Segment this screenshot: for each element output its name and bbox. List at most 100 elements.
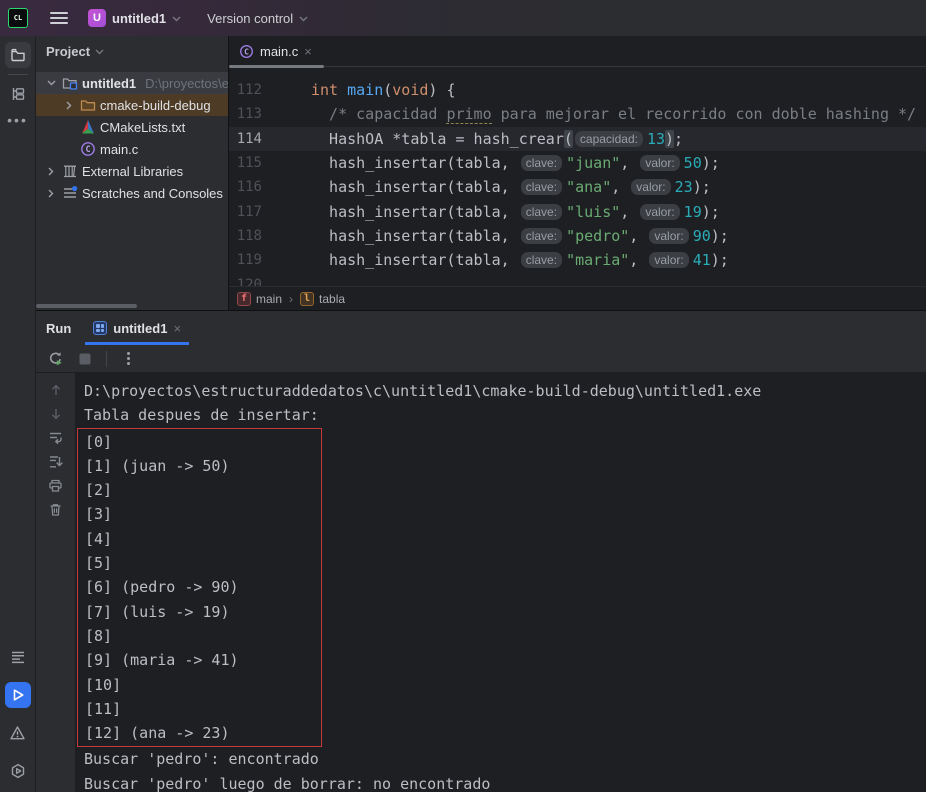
trash-icon[interactable] [47, 501, 64, 518]
up-arrow-icon[interactable] [47, 381, 64, 398]
editor-tab-main-c[interactable]: C main.c × [229, 36, 322, 66]
line-number[interactable]: 119 [229, 252, 262, 268]
down-arrow-icon[interactable] [47, 405, 64, 422]
project-name: untitled1 [112, 11, 166, 26]
breadcrumb-label: main [256, 292, 282, 306]
code-line-115[interactable]: 115 hash_insertar(tabla, clave:"juan", v… [229, 151, 926, 175]
inlay-hint[interactable]: valor: [640, 204, 679, 220]
more-tool-windows-button ellipsis-icon[interactable]: ••• [5, 107, 31, 133]
chevron-right-icon[interactable] [44, 167, 58, 176]
console-line: Buscar 'pedro' luego de borrar: no encon… [75, 772, 926, 792]
project-panel-title: Project [46, 44, 90, 59]
divider [106, 351, 107, 367]
run-tool-button play-icon[interactable] [5, 682, 31, 708]
inlay-hint[interactable]: clave: [521, 252, 562, 268]
tree-item-cmakelists-txt[interactable]: CMakeLists.txt [36, 116, 228, 138]
soft-wrap-icon[interactable] [47, 429, 64, 446]
line-number[interactable]: 113 [229, 106, 262, 122]
inlay-hint[interactable]: capacidad: [575, 131, 643, 147]
inlay-hint[interactable]: clave: [521, 155, 562, 171]
inlay-hint[interactable]: valor: [631, 179, 670, 195]
code-line-112[interactable]: 112int main(void) { [229, 78, 926, 102]
breadcrumb: f main › l tabla [229, 286, 926, 310]
line-number[interactable]: 116 [229, 179, 262, 195]
app-window-icon [93, 321, 107, 335]
more-options-button kebab-icon[interactable] [119, 350, 137, 368]
console-line: [7] (luis -> 19) [85, 600, 321, 624]
console-line: [11] [85, 697, 321, 721]
activity-bar: ••• [0, 36, 36, 792]
console-line: [2] [85, 478, 321, 502]
tree-item-untitled1[interactable]: untitled1D:\proyectos\es [36, 72, 228, 94]
vcs-widget[interactable]: Version control [201, 7, 314, 30]
scroll-to-end-icon[interactable] [47, 453, 64, 470]
scratches-icon [62, 185, 78, 201]
main-menu-hamburger-icon[interactable] [50, 12, 68, 24]
line-number[interactable]: 112 [229, 82, 262, 98]
inlay-hint[interactable]: valor: [649, 252, 688, 268]
code-line-120[interactable]: 120 [229, 272, 926, 286]
printer-icon[interactable] [47, 477, 64, 494]
chevron-down-icon[interactable] [44, 80, 58, 86]
code-text: hash_insertar(tabla, clave:"pedro", valo… [311, 227, 729, 245]
close-icon[interactable]: × [304, 44, 312, 59]
horizontal-scrollbar-thumb[interactable] [36, 304, 137, 308]
project-tool-button folder-icon[interactable] [5, 42, 31, 68]
code-line-113[interactable]: 113 /* capacidad primo para mejorar el r… [229, 102, 926, 126]
inlay-hint[interactable]: valor: [649, 228, 688, 244]
code-line-114[interactable]: 114 HashOA *tabla = hash_crear(capacidad… [229, 127, 926, 151]
clion-window: CL U untitled1 Version control ••• [0, 0, 926, 792]
code-line-119[interactable]: 119 hash_insertar(tabla, clave:"maria", … [229, 248, 926, 272]
rerun-button rerun-icon[interactable] [46, 350, 64, 368]
text-lines-tool-button lines-icon[interactable] [5, 644, 31, 670]
breadcrumb-main[interactable]: f main [237, 292, 282, 306]
console-line: [12] (ana -> 23) [85, 721, 321, 745]
console-line: [3] [85, 502, 321, 526]
chevron-down-icon [172, 16, 181, 22]
console-line: [9] (maria -> 41) [85, 648, 321, 672]
console-line: [10] [85, 673, 321, 697]
line-number[interactable]: 120 [229, 277, 262, 286]
c-file-icon: C [239, 44, 254, 59]
console-area: D:\proyectos\estructuraddedatos\c\untitl… [36, 373, 926, 792]
line-number[interactable]: 117 [229, 204, 262, 220]
vcs-label: Version control [207, 11, 293, 26]
project-widget[interactable]: U untitled1 [82, 5, 187, 31]
services-tool-button hexagon-play-icon[interactable] [5, 758, 31, 784]
line-number[interactable]: 114 [229, 131, 262, 147]
tree-item-external-libraries[interactable]: External Libraries [36, 160, 228, 182]
line-number[interactable]: 118 [229, 228, 262, 244]
breadcrumb-tabla[interactable]: l tabla [300, 292, 345, 306]
console-output: D:\proyectos\estructuraddedatos\c\untitl… [75, 373, 926, 792]
tree-item-label: External Libraries [82, 164, 183, 179]
code-area[interactable]: 112int main(void) {113 /* capacidad prim… [229, 68, 926, 286]
close-icon[interactable]: × [173, 321, 181, 336]
code-line-116[interactable]: 116 hash_insertar(tabla, clave:"ana", va… [229, 175, 926, 199]
inlay-hint[interactable]: clave: [521, 228, 562, 244]
problems-tool-button warning-triangle-icon[interactable] [5, 720, 31, 746]
project-panel-header[interactable]: Project [36, 36, 228, 66]
inlay-hint[interactable]: clave: [521, 179, 562, 195]
cmake-icon [80, 119, 96, 135]
chevron-right-icon[interactable] [44, 189, 58, 198]
code-line-117[interactable]: 117 hash_insertar(tabla, clave:"luis", v… [229, 199, 926, 223]
run-tab-untitled1[interactable]: untitled1 × [85, 311, 189, 345]
inlay-hint[interactable]: clave: [521, 204, 562, 220]
inlay-hint[interactable]: valor: [640, 155, 679, 171]
code-line-118[interactable]: 118 hash_insertar(tabla, clave:"pedro", … [229, 224, 926, 248]
code-text: hash_insertar(tabla, clave:"maria", valo… [311, 251, 729, 269]
tree-item-label: Scratches and Consoles [82, 186, 223, 201]
titlebar: CL U untitled1 Version control [0, 0, 926, 36]
tree-item-scratches-and-consoles[interactable]: Scratches and Consoles [36, 182, 228, 204]
line-number[interactable]: 115 [229, 155, 262, 171]
libraries-icon [62, 163, 78, 179]
structure-tool-button structure-icon[interactable] [5, 81, 31, 107]
tree-item-label: cmake-build-debug [100, 98, 211, 113]
tree-item-main-c[interactable]: Cmain.c [36, 138, 228, 160]
run-title: Run [46, 321, 71, 336]
chevron-right-icon[interactable] [62, 101, 76, 110]
stop-button stop-icon[interactable] [76, 350, 94, 368]
code-text: /* capacidad primo para mejorar el recor… [311, 105, 916, 124]
project-panel: Project untitled1D:\proyectos\es cmake-bu… [36, 36, 228, 310]
tree-item-cmake-build-debug[interactable]: cmake-build-debug [36, 94, 228, 116]
